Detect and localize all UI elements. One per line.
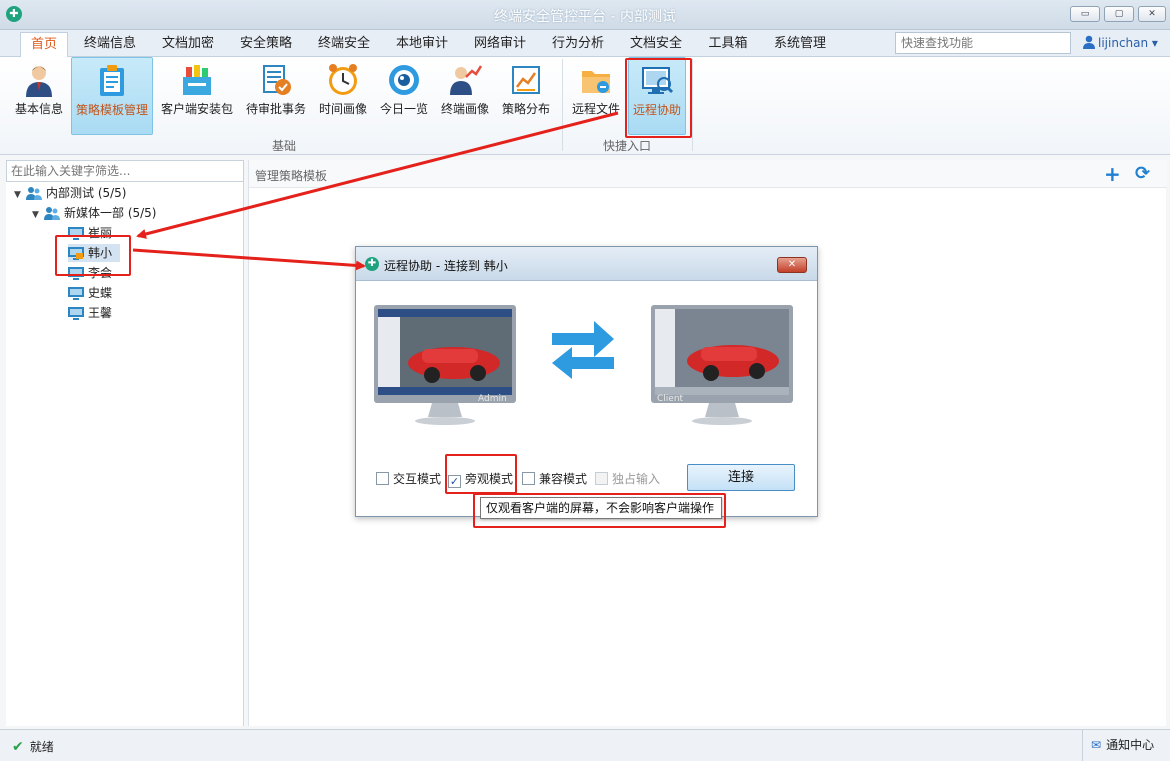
view-only-mode-checkbox[interactable]: ✓ 旁观模式 (448, 471, 513, 488)
today-overview-button[interactable]: 今日一览 (375, 57, 433, 135)
svg-text:Admin: Admin (478, 394, 507, 404)
remote-assist-button[interactable]: 远程协助 (628, 57, 686, 135)
computer-icon (68, 307, 84, 320)
dialog-title-bar: ✚ 远程协助 - 连接到 韩小 ✕ (356, 247, 817, 281)
remote-screen-icon (642, 67, 674, 94)
computer-icon (68, 227, 84, 240)
tab-doc-encrypt[interactable]: 文档加密 (154, 32, 222, 57)
quick-search-input[interactable] (895, 32, 1071, 54)
content-title: 管理策略模板 (255, 169, 328, 183)
user-chart-icon (450, 65, 482, 95)
content-header: 管理策略模板 + ⟳ (249, 160, 1167, 188)
close-window-button[interactable]: ✕ (1138, 6, 1166, 22)
computer-locked-icon (68, 247, 84, 260)
dialog-title: 远程协助 - 连接到 韩小 (384, 259, 508, 273)
computer-icon (68, 267, 84, 280)
notification-center-button[interactable]: ✉ 通知中心 (1082, 730, 1170, 761)
group-label-shortcut: 快捷入口 (602, 139, 651, 153)
ribbon-separator (692, 59, 693, 151)
svg-text:Client: Client (657, 394, 684, 404)
checkbox-icon (376, 472, 389, 485)
maximize-button[interactable]: ▢ (1104, 6, 1134, 22)
admin-monitor-icon: Admin (374, 305, 516, 425)
swap-arrows-icon (552, 321, 614, 379)
compatible-mode-checkbox[interactable]: 兼容模式 (522, 471, 587, 487)
tab-local-audit[interactable]: 本地审计 (388, 32, 456, 57)
group-icon (26, 187, 42, 200)
chart-icon (512, 66, 540, 94)
ribbon-separator (562, 59, 563, 151)
person-icon (26, 66, 52, 97)
package-icon (183, 65, 211, 95)
checkmark-icon: ✓ (448, 475, 461, 488)
minimize-button[interactable]: ▭ (1070, 6, 1100, 22)
user-name: lijinchan ▾ (1098, 36, 1158, 50)
tab-home[interactable]: 首页 (20, 32, 68, 57)
client-monitor-icon: Client (651, 305, 793, 425)
client-package-button[interactable]: 客户端安装包 (158, 57, 236, 135)
tree-node-user[interactable]: 崔丽 (68, 224, 112, 242)
approval-icon (263, 65, 291, 95)
exclusive-input-checkbox[interactable]: 独占输入 (595, 471, 660, 487)
tab-terminal-security[interactable]: 终端安全 (310, 32, 378, 57)
tab-network-audit[interactable]: 网络审计 (466, 32, 534, 57)
eye-icon (389, 65, 419, 95)
remote-file-button[interactable]: 远程文件 (567, 57, 625, 135)
policy-distribution-button[interactable]: 策略分布 (497, 57, 555, 135)
folder-icon (582, 71, 610, 93)
status-text: ✔ 就绪 (12, 739, 54, 755)
interactive-mode-checkbox[interactable]: 交互模式 (376, 471, 441, 487)
tree-node-user[interactable]: 李会 (68, 264, 112, 282)
remote-assist-dialog: ✚ 远程协助 - 连接到 韩小 ✕ Admin Client 交互模式 ✓ 旁观模 (355, 246, 818, 517)
dialog-app-icon: ✚ (365, 257, 379, 271)
tab-doc-security[interactable]: 文档安全 (622, 32, 690, 57)
tab-security-policy[interactable]: 安全策略 (232, 32, 300, 57)
tree-node-root[interactable]: ▼ 内部测试 (5/5) (14, 184, 127, 202)
terminal-portrait-button[interactable]: 终端画像 (436, 57, 494, 135)
pending-approval-button[interactable]: 待审批事务 (242, 57, 310, 135)
computer-icon (68, 287, 84, 300)
view-only-tooltip: 仅观看客户端的屏幕，不会影响客户端操作 (480, 497, 722, 519)
org-tree-panel: ▼内部测试 (5/5) ▼新媒体一部 (5/5) 崔丽 韩小 李会 史蝶 王馨 (6, 160, 244, 726)
add-icon[interactable]: + (1104, 164, 1121, 184)
check-icon: ✔ (12, 739, 24, 755)
status-bar: ✔ 就绪 ✉ 通知中心 (0, 729, 1170, 761)
tree-node-user[interactable]: 史蝶 (68, 284, 112, 302)
tab-terminal-info[interactable]: 终端信息 (76, 32, 144, 57)
tree-filter-input[interactable] (6, 160, 244, 182)
expand-arrow-icon[interactable]: ▼ (32, 206, 44, 224)
tree-node-user-selected[interactable]: 韩小 (68, 244, 120, 262)
title-bar: ✚ 终端安全管控平台 - 内部测试 ▭ ▢ ✕ (0, 0, 1170, 30)
refresh-icon[interactable]: ⟳ (1135, 165, 1150, 183)
tab-system-admin[interactable]: 系统管理 (766, 32, 834, 57)
tab-toolbox[interactable]: 工具箱 (700, 32, 756, 57)
tree-node-dept[interactable]: ▼ 新媒体一部 (5/5) (32, 204, 157, 222)
window-title: 终端安全管控平台 - 内部测试 (494, 9, 676, 25)
basic-info-button[interactable]: 基本信息 (10, 57, 68, 135)
group-icon (44, 207, 60, 220)
ribbon-toolbar: 基本信息 策略模板管理 客户端安装包 待审批事务 时间画像 今日一览 终端画像 … (0, 57, 1170, 155)
user-menu[interactable]: lijinchan ▾ (1083, 35, 1158, 50)
mail-icon: ✉ (1091, 738, 1102, 752)
clipboard-icon (100, 65, 124, 96)
expand-arrow-icon[interactable]: ▼ (14, 186, 26, 204)
tab-behavior-analysis[interactable]: 行为分析 (544, 32, 612, 57)
connect-button[interactable]: 连接 (687, 464, 795, 491)
checkbox-icon (595, 472, 608, 485)
time-portrait-button[interactable]: 时间画像 (314, 57, 372, 135)
dialog-close-button[interactable]: ✕ (777, 257, 807, 273)
menu-bar: 首页 终端信息 文档加密 安全策略 终端安全 本地审计 网络审计 行为分析 文档… (0, 30, 1170, 57)
user-icon (1083, 35, 1095, 49)
checkbox-icon (522, 472, 535, 485)
tree-node-user[interactable]: 王馨 (68, 304, 112, 322)
clock-icon (329, 64, 357, 95)
policy-template-button[interactable]: 策略模板管理 (71, 57, 153, 135)
group-label-basic: 基础 (271, 139, 296, 153)
